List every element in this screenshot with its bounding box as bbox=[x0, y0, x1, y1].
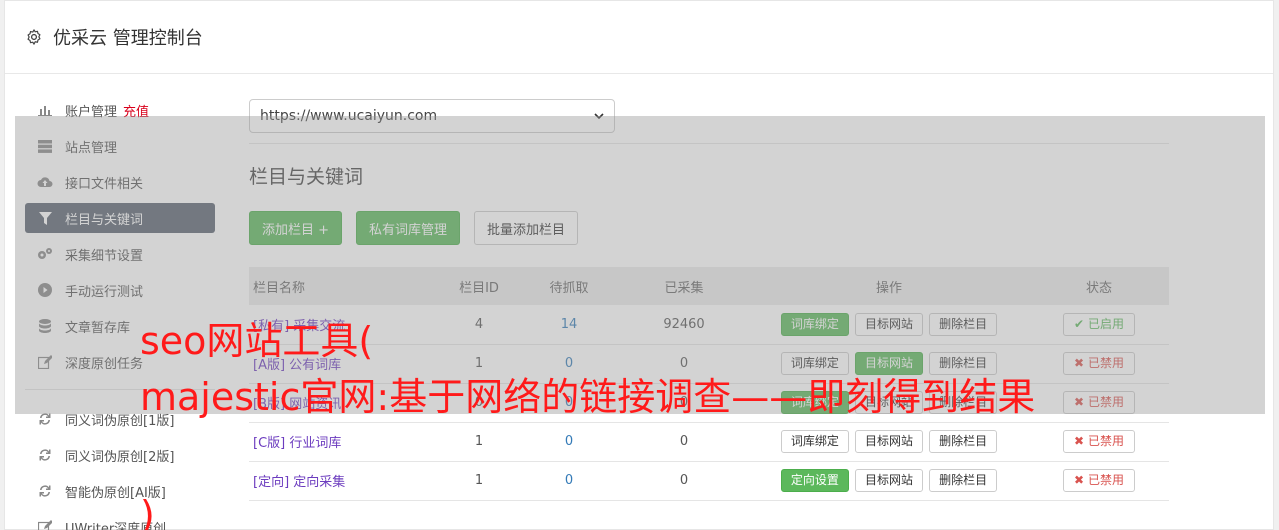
column-id: 1 bbox=[439, 461, 519, 501]
status-label: 已禁用 bbox=[1087, 473, 1124, 487]
actions-cell: 词库绑定 目标网站 删除栏目 bbox=[749, 422, 1029, 462]
pending-count[interactable]: 0 bbox=[519, 461, 619, 501]
target-site-button[interactable]: 目标网站 bbox=[854, 469, 923, 492]
gear-icon bbox=[27, 29, 41, 45]
pending-count[interactable]: 0 bbox=[519, 422, 619, 462]
sidebar-item-synonym-v2[interactable]: 同义词伪原创[2版] bbox=[25, 440, 215, 470]
overlay-text-line1: seo网站工具( bbox=[140, 319, 374, 363]
sidebar-item-label: 同义词伪原创[2版] bbox=[65, 449, 175, 465]
status-toggle[interactable]: ✖ 已禁用 bbox=[1063, 430, 1135, 453]
refresh-icon bbox=[37, 447, 53, 463]
directed-settings-button[interactable]: 定向设置 bbox=[780, 469, 849, 492]
bind-lib-button[interactable]: 词库绑定 bbox=[780, 430, 849, 453]
close-icon: ✖ bbox=[1074, 434, 1085, 448]
column-name-link[interactable]: [定向] 定向采集 bbox=[249, 461, 439, 501]
sidebar-item-ai-rewrite[interactable]: 智能伪原创[AI版] bbox=[25, 476, 215, 506]
status-cell: ✖ 已禁用 bbox=[1029, 461, 1169, 501]
overlay-text-line2: majestic官网:基于网络的链接调查——即刻得到结果 bbox=[140, 375, 1036, 419]
column-name-link[interactable]: [C版] 行业词库 bbox=[249, 422, 439, 462]
table-row: [C版] 行业词库 1 0 0 词库绑定 目标网站 删除栏目 ✖ 已禁用 bbox=[249, 422, 1169, 462]
actions-cell: 定向设置 目标网站 删除栏目 bbox=[749, 461, 1029, 501]
collected-count: 0 bbox=[619, 461, 749, 501]
target-site-button[interactable]: 目标网站 bbox=[854, 430, 923, 453]
refresh-icon bbox=[37, 483, 53, 499]
status-label: 已禁用 bbox=[1087, 434, 1124, 448]
status-toggle[interactable]: ✖ 已禁用 bbox=[1063, 469, 1135, 492]
status-cell: ✖ 已禁用 bbox=[1029, 422, 1169, 462]
page-header: 优采云 管理控制台 bbox=[5, 1, 1273, 74]
delete-column-button[interactable]: 删除栏目 bbox=[929, 469, 998, 492]
page-title: 优采云 管理控制台 bbox=[53, 28, 203, 49]
edit-icon bbox=[37, 519, 53, 530]
delete-column-button[interactable]: 删除栏目 bbox=[929, 430, 998, 453]
column-id: 1 bbox=[439, 422, 519, 462]
collected-count: 0 bbox=[619, 422, 749, 462]
table-row: [定向] 定向采集 1 0 0 定向设置 目标网站 删除栏目 ✖ 已禁用 bbox=[249, 461, 1169, 501]
sidebar-item-uwriter[interactable]: UWriter深度原创 bbox=[25, 512, 215, 530]
overlay-text-line3: ) bbox=[140, 493, 155, 530]
gray-overlay bbox=[15, 116, 1265, 414]
close-icon: ✖ bbox=[1074, 473, 1085, 487]
